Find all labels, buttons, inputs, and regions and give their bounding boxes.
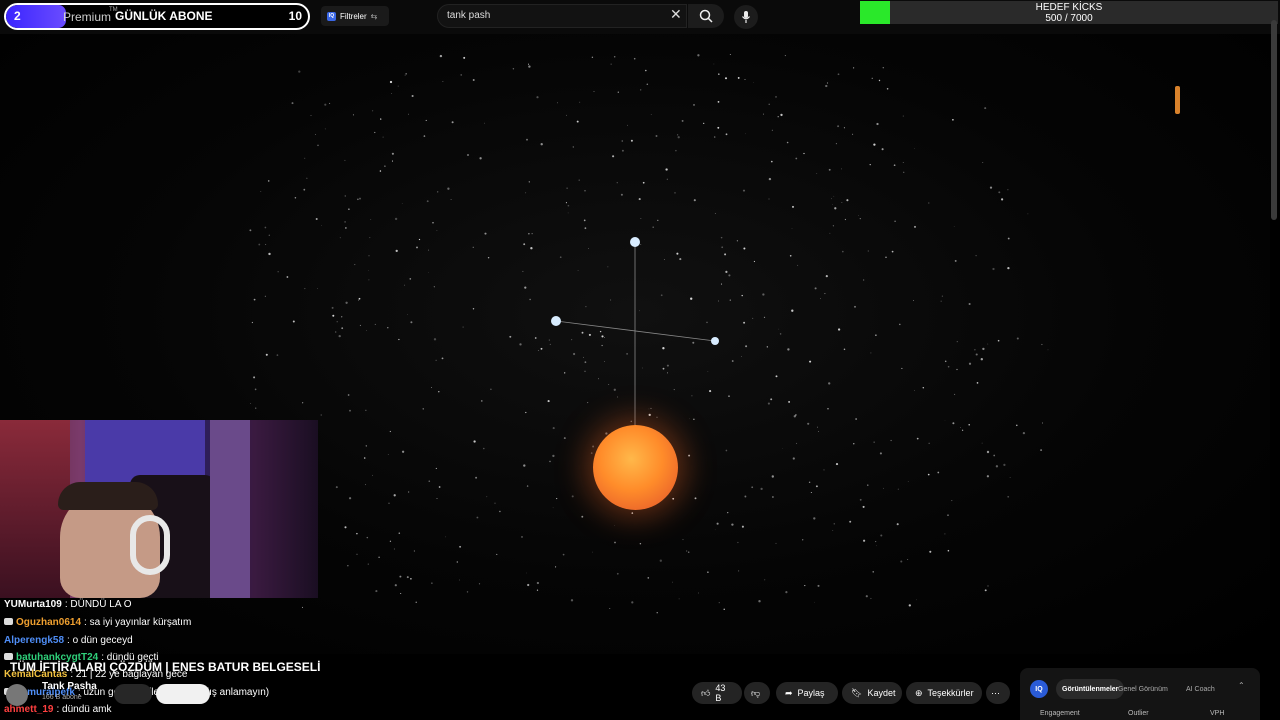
badge-icon — [4, 618, 13, 625]
search-box[interactable]: tank pash ✕ — [437, 4, 687, 28]
super-thanks-icon: ⊕ — [915, 687, 923, 698]
thumbs-up-icon: 👍︎ — [701, 687, 711, 698]
dislike-button[interactable]: 👎︎ — [744, 682, 770, 704]
column-engagement: Engagement — [1040, 710, 1080, 717]
column-vph: VPH — [1210, 710, 1225, 717]
thanks-label: Teşekkürler — [927, 688, 974, 698]
share-icon: ➦ — [785, 687, 793, 698]
constellation-line — [555, 320, 716, 342]
search-input[interactable]: tank pash — [447, 10, 490, 21]
star-left — [551, 316, 561, 326]
subscriber-count: 2 — [14, 9, 21, 23]
daily-subscriber-goal-widget: 2 Premium TM GÜNLÜK ABONE 10 — [4, 3, 310, 30]
like-button[interactable]: 👍︎ 43 B — [692, 682, 742, 704]
subscribe-button[interactable] — [156, 684, 210, 704]
orange-sun — [593, 425, 678, 510]
star-right — [711, 337, 719, 345]
mic-icon — [742, 11, 750, 23]
headphones-icon — [130, 515, 170, 575]
chat-text: : dündü amk — [56, 704, 112, 715]
search-icon — [699, 9, 713, 23]
share-label: Paylaş — [797, 688, 825, 698]
chat-message: Oguzhan0614: sa iyi yayınlar kürşatım — [4, 617, 191, 628]
bookmark-icon: 🔖︎ — [851, 687, 863, 698]
page-scrollbar[interactable] — [1271, 20, 1277, 220]
thanks-button[interactable]: ⊕ Teşekkürler — [906, 682, 982, 704]
webcam-overlay — [0, 420, 318, 598]
chat-message: YUMurta109: DÜNDÜ LA O — [4, 599, 132, 610]
star-top — [630, 237, 640, 247]
search-button[interactable] — [688, 4, 724, 28]
analytics-panel: IQ Görüntülenmeler Genel Görünüm AI Coac… — [1020, 668, 1260, 720]
video-title: TÜM İFTİRALARI ÇÖZDÜM | ENES BATUR BELGE… — [10, 660, 321, 674]
chevron-up-icon[interactable]: ⌃ — [1238, 681, 1245, 690]
overlay-marker — [1175, 86, 1180, 114]
chat-username: YUMurta109 — [4, 599, 62, 610]
chat-username: Oguzhan0614 — [16, 617, 82, 628]
chat-text: : sa iyi yayınlar kürşatım — [84, 617, 192, 628]
filters-label: Filtreler — [340, 11, 367, 21]
filters-button[interactable]: IQ Filtreler ⇆ — [321, 6, 389, 26]
iq-badge-icon: IQ — [327, 11, 336, 21]
channel-avatar[interactable] — [6, 684, 28, 706]
chat-username: ahmett_19 — [4, 704, 54, 715]
column-outlier: Outlier — [1128, 710, 1149, 717]
subscriber-goal-title: GÜNLÜK ABONE — [115, 9, 213, 23]
thumbs-down-icon: 👎︎ — [751, 687, 761, 698]
share-button[interactable]: ➦ Paylaş — [776, 682, 838, 704]
tab-ai-coach[interactable]: AI Coach — [1180, 679, 1221, 699]
chat-message: Alperengk58: o dün geceyd — [4, 635, 133, 646]
kicks-goal-count: 500 / 7000 — [1045, 13, 1093, 24]
subscriber-goal-target: 10 — [288, 9, 302, 23]
save-label: Kaydet — [867, 688, 896, 698]
close-icon[interactable]: ✕ — [670, 6, 682, 23]
join-button[interactable] — [114, 684, 152, 704]
chat-message: ahmett_19: dündü amk — [4, 704, 112, 715]
kicks-goal-widget: HEDEF KİCKS 500 / 7000 — [860, 1, 1278, 24]
sliders-icon: ⇆ — [370, 11, 378, 21]
more-icon: ⋯ — [991, 687, 1000, 698]
iq-logo-icon: IQ — [1030, 680, 1048, 698]
save-button[interactable]: 🔖︎ Kaydet — [842, 682, 902, 704]
more-actions-button[interactable]: ⋯ — [986, 682, 1010, 704]
badge-icon — [4, 653, 13, 660]
kicks-goal-title: HEDEF KİCKS — [1035, 2, 1103, 13]
webcam-door — [210, 420, 250, 598]
voice-search-button[interactable] — [734, 5, 758, 29]
subscriber-count-label: 166 B abone — [42, 694, 82, 701]
premium-label: Premium — [63, 10, 112, 24]
channel-name[interactable]: Tank Pasha — [42, 681, 97, 692]
tab-overview[interactable]: Genel Görünüm — [1112, 679, 1174, 699]
webcam-hair — [58, 482, 158, 510]
chat-username: Alperengk58 — [4, 635, 65, 646]
chat-text: : DÜNDÜ LA O — [64, 599, 132, 610]
chat-text: : o dün geceyd — [67, 635, 133, 646]
like-count: 43 B — [715, 683, 726, 703]
